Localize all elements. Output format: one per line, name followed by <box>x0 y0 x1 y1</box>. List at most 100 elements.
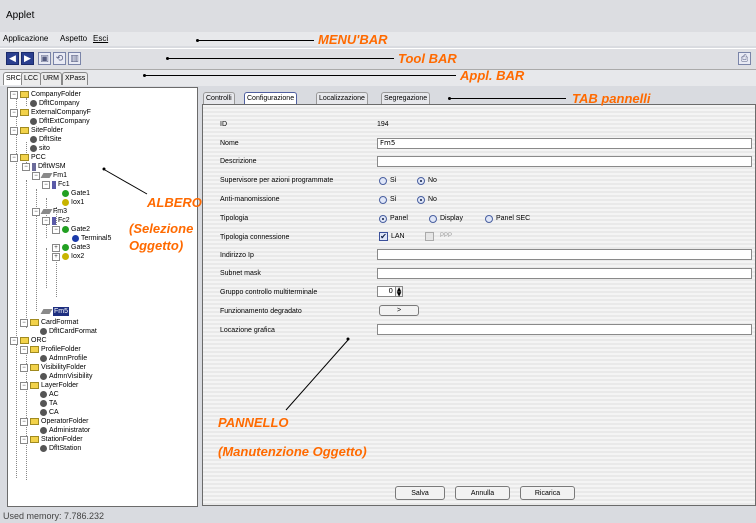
tree-item[interactable]: − ORC <box>10 336 47 345</box>
tree-item[interactable]: − PCC <box>10 153 46 162</box>
panel-tabs: Controlli Configurazione Localizzazione … <box>200 90 756 105</box>
node-icon <box>30 100 37 107</box>
tipologia-display-radio[interactable] <box>429 215 437 223</box>
tree-item[interactable]: − VisibilityFolder <box>20 363 86 372</box>
tree-item[interactable]: − Fc2 <box>42 216 70 225</box>
tree-item[interactable]: − Fc1 <box>42 180 70 189</box>
indirizzo-input[interactable] <box>377 249 752 260</box>
tree-item[interactable]: + Gate3 <box>52 243 90 252</box>
tab-lcc[interactable]: LCC <box>21 72 42 85</box>
annotation-albero: ALBERO <box>147 195 202 210</box>
gate-icon <box>62 190 69 197</box>
tree-item[interactable]: DfltStation <box>40 444 81 453</box>
annotation-line <box>198 40 314 41</box>
annotation-pannello: PANNELLO <box>218 415 289 430</box>
folder-icon <box>20 91 29 98</box>
node-icon <box>40 445 47 452</box>
window-titlebar: Applet <box>0 0 756 33</box>
annotation-line <box>450 98 566 99</box>
tree-item[interactable]: − DfltWSM <box>22 162 66 171</box>
folder-icon <box>30 319 39 326</box>
menu-esci[interactable]: Esci <box>93 34 108 43</box>
supervisore-no-radio[interactable] <box>417 177 425 185</box>
node-icon <box>30 145 37 152</box>
antimanomissione-no-radio[interactable] <box>417 196 425 204</box>
annotation-manutenzione: (Manutenzione Oggetto) <box>218 444 367 459</box>
menu-applicazione[interactable]: Applicazione <box>3 34 48 43</box>
descrizione-input[interactable] <box>377 156 752 167</box>
tree-item[interactable]: Terminal5 <box>72 234 111 243</box>
node-icon <box>40 355 47 362</box>
subnet-label: Subnet mask <box>220 270 261 277</box>
funzionamento-button[interactable]: > <box>379 305 419 316</box>
tree-item[interactable]: − CompanyFolder <box>10 90 81 99</box>
nome-input[interactable]: Fm5 <box>377 138 752 149</box>
node-icon <box>40 391 47 398</box>
antimanomissione-no-label: No <box>428 196 437 203</box>
tree-item[interactable]: DfltExtCompany <box>30 117 90 126</box>
back-icon[interactable]: ◀ <box>6 52 19 65</box>
tree-item[interactable]: − ProfileFolder <box>20 345 81 354</box>
tree-item[interactable]: + Iox2 <box>52 252 84 261</box>
tipologia-panel-radio[interactable] <box>379 215 387 223</box>
annotation-menubar: MENU'BAR <box>318 32 388 47</box>
supervisore-no-label: No <box>428 177 437 184</box>
tree-item[interactable]: − Fm3 <box>32 207 67 216</box>
stepper-arrows-icon[interactable]: ▲ ▼ <box>395 286 403 298</box>
id-label: ID <box>220 121 227 128</box>
terminal-icon <box>72 235 79 242</box>
nome-label: Nome <box>220 140 239 147</box>
tree-item[interactable]: − LayerFolder <box>20 381 78 390</box>
tree-item[interactable]: Iox1 <box>62 198 84 207</box>
delete-icon[interactable]: ▥ <box>68 52 81 65</box>
folder-icon <box>30 382 39 389</box>
supervisore-label: Supervisore per azioni programmate <box>220 177 334 184</box>
tree-item[interactable]: DfltCompany <box>30 99 79 108</box>
gate-icon <box>62 226 69 233</box>
tree-item[interactable]: Gate1 <box>62 189 90 198</box>
window-title: Applet <box>6 10 35 21</box>
save-icon[interactable]: ▣ <box>38 52 51 65</box>
salva-button[interactable]: Salva <box>395 486 445 500</box>
annulla-button[interactable]: Annulla <box>455 486 510 500</box>
tab-xpass[interactable]: XPass <box>62 72 89 85</box>
tree-item[interactable]: AdmnProfile <box>40 354 87 363</box>
lan-checkbox[interactable]: ✔ <box>379 232 388 241</box>
tree-item[interactable]: − OperatorFolder <box>20 417 88 426</box>
tree-item[interactable]: sito <box>30 144 50 153</box>
menu-aspetto[interactable]: Aspetto <box>60 34 87 43</box>
tree-item[interactable]: AC <box>40 390 59 399</box>
folder-icon <box>20 109 29 116</box>
tree-item[interactable]: TA <box>40 399 57 408</box>
folder-icon <box>20 127 29 134</box>
tree-item[interactable]: AdmnVisibility <box>40 372 92 381</box>
antimanomissione-si-label: Sì <box>390 196 397 203</box>
indirizzo-label: Indirizzo Ip <box>220 252 254 259</box>
antimanomissione-si-radio[interactable] <box>379 196 387 204</box>
supervisore-si-radio[interactable] <box>379 177 387 185</box>
forward-icon[interactable]: ▶ <box>21 52 34 65</box>
folder-icon <box>20 337 29 344</box>
tipologia-panelsec-radio[interactable] <box>485 215 493 223</box>
tree-item[interactable]: − CardFormat <box>20 318 78 327</box>
locazione-input[interactable] <box>377 324 752 335</box>
tree-item-selected[interactable]: Fm5 <box>32 307 69 316</box>
ricarica-button[interactable]: Ricarica <box>520 486 575 500</box>
object-tree[interactable]: − CompanyFolder DfltCompany − ExternalComp… <box>7 87 198 507</box>
tree-item[interactable]: − SiteFolder <box>10 126 63 135</box>
subnet-input[interactable] <box>377 268 752 279</box>
ppp-checkbox[interactable]: ✔ <box>425 232 434 241</box>
tree-item[interactable]: − ExternalCompanyF <box>10 108 91 117</box>
tree-item[interactable]: DfltCardFormat <box>40 327 97 336</box>
print-icon[interactable]: ⎙ <box>738 52 751 65</box>
refresh-icon[interactable]: ⟲ <box>53 52 66 65</box>
tree-item[interactable]: − StationFolder <box>20 435 83 444</box>
locazione-label: Locazione grafica <box>220 327 275 334</box>
tree-item[interactable]: DfltSite <box>30 135 62 144</box>
tree-item[interactable]: Administrator <box>40 426 90 435</box>
tree-item[interactable]: CA <box>40 408 59 417</box>
tree-item[interactable]: − Gate2 <box>52 225 90 234</box>
tree-item[interactable]: − Fm1 <box>32 171 67 180</box>
folder-icon <box>30 418 39 425</box>
tab-urm[interactable]: URM <box>40 72 62 85</box>
